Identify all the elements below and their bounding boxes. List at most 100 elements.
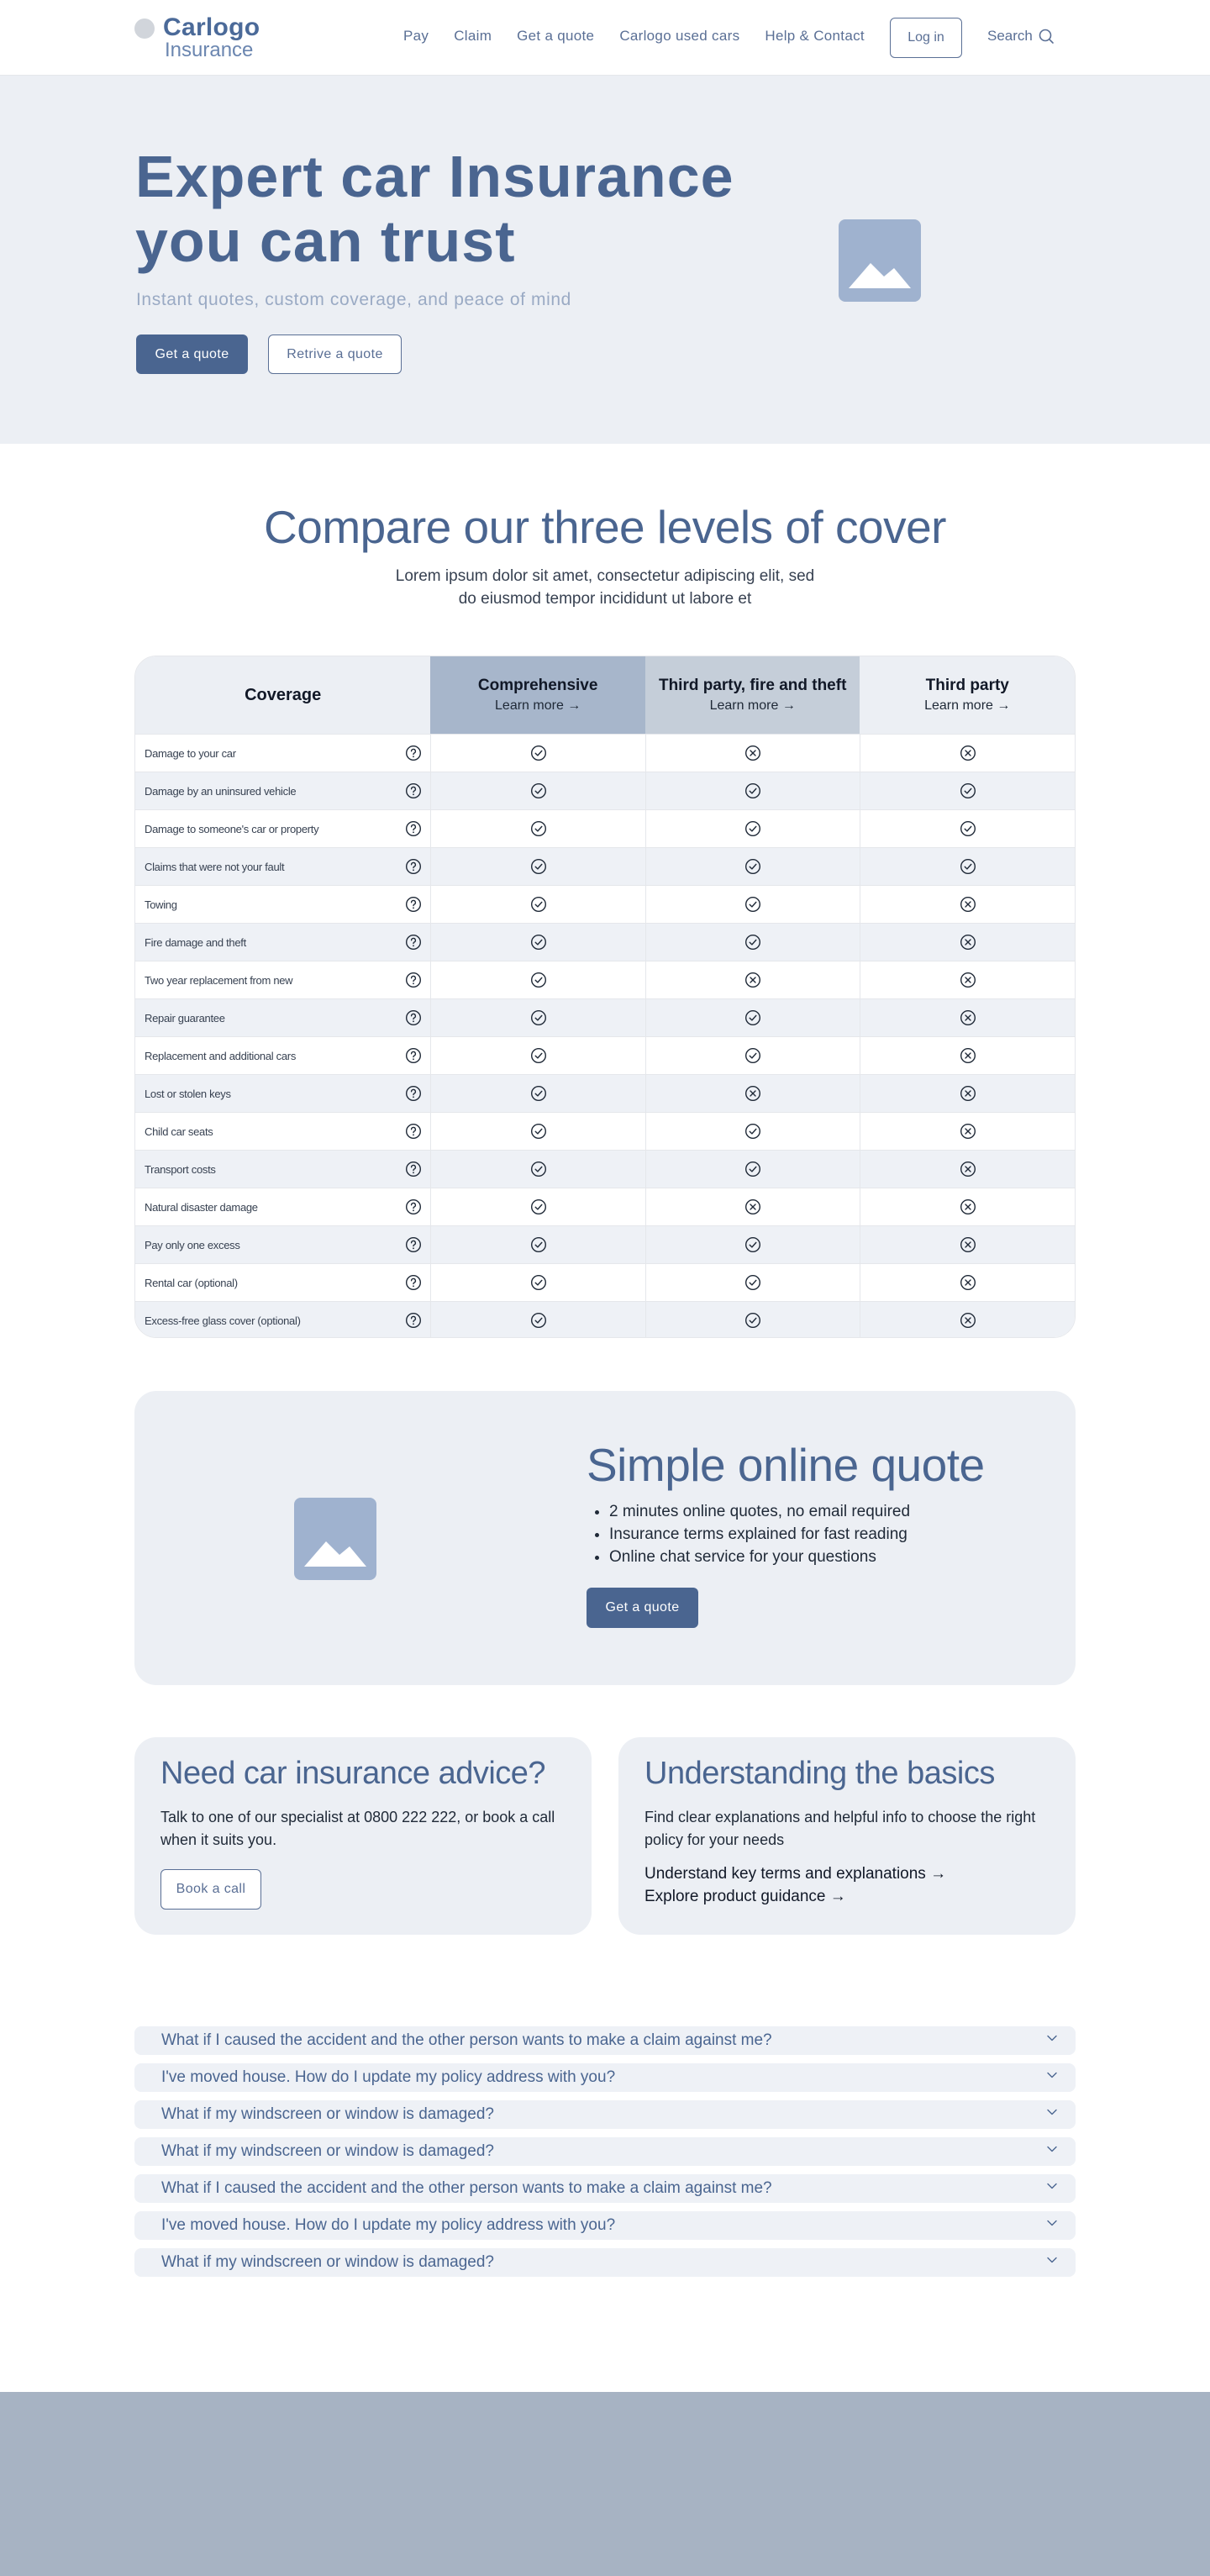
coverage-label: Claims that were not your fault xyxy=(145,860,285,873)
brand-logo[interactable]: Carlogo Insurance xyxy=(134,15,260,61)
help-icon[interactable] xyxy=(405,972,422,988)
cross-icon xyxy=(960,1085,976,1102)
check-icon xyxy=(530,1274,547,1291)
coverage-cell xyxy=(860,1188,1075,1225)
learn-more-link[interactable]: Learn more → xyxy=(710,698,796,714)
help-icon[interactable] xyxy=(405,1198,422,1215)
chevron-down-icon[interactable] xyxy=(1045,2179,1059,2198)
coverage-label-cell: Transport costs xyxy=(135,1151,430,1188)
login-button[interactable]: Log in xyxy=(890,18,962,58)
faq-item[interactable]: What if my windscreen or window is damag… xyxy=(134,2137,1076,2166)
help-icon[interactable] xyxy=(405,896,422,913)
nav-item-claim[interactable]: Claim xyxy=(454,28,492,45)
chevron-down-icon[interactable] xyxy=(1045,2216,1059,2235)
brand-subname: Insurance xyxy=(165,39,254,61)
online-quote-section: Simple online quote 2 minutes online quo… xyxy=(134,1391,1076,1685)
chevron-down-icon[interactable] xyxy=(1045,2068,1059,2087)
chevron-down-icon[interactable] xyxy=(1045,2105,1059,2124)
check-icon xyxy=(530,1161,547,1177)
coverage-label-cell: Towing xyxy=(135,886,430,923)
learn-more-link[interactable]: Learn more → xyxy=(495,698,581,714)
coverage-cell xyxy=(430,1226,645,1263)
help-icon[interactable] xyxy=(405,1236,422,1253)
table-row: Repair guarantee xyxy=(135,998,1075,1036)
check-icon xyxy=(744,1312,761,1329)
product-guidance-link[interactable]: Explore product guidance → xyxy=(644,1885,946,1908)
help-icon[interactable] xyxy=(405,782,422,799)
faq-item[interactable]: What if I caused the accident and the ot… xyxy=(134,2174,1076,2203)
basics-card: Understanding the basics Find clear expl… xyxy=(618,1737,1076,1935)
quote-get-quote-button[interactable]: Get a quote xyxy=(587,1588,698,1628)
coverage-cell xyxy=(644,1264,860,1301)
coverage-label-cell: Fire damage and theft xyxy=(135,924,430,961)
cross-icon xyxy=(960,1236,976,1253)
help-icon[interactable] xyxy=(405,858,422,875)
coverage-label-cell: Claims that were not your fault xyxy=(135,848,430,885)
check-icon xyxy=(744,1009,761,1026)
help-icon[interactable] xyxy=(405,1161,422,1177)
hero-title-line2: you can trust xyxy=(135,208,516,274)
faq-item[interactable]: What if my windscreen or window is damag… xyxy=(134,2100,1076,2129)
coverage-cell xyxy=(860,886,1075,923)
coverage-label-cell: Natural disaster damage xyxy=(135,1188,430,1225)
nav-item-get-a-quote[interactable]: Get a quote xyxy=(517,28,594,45)
help-icon[interactable] xyxy=(405,1085,422,1102)
faq-question: What if my windscreen or window is damag… xyxy=(161,2105,495,2123)
help-icon[interactable] xyxy=(405,1312,422,1329)
chevron-down-icon[interactable] xyxy=(1045,2142,1059,2161)
search-button[interactable]: Search xyxy=(987,28,1055,45)
get-quote-button[interactable]: Get a quote xyxy=(136,335,248,374)
cross-icon xyxy=(960,1009,976,1026)
coverage-cell xyxy=(860,999,1075,1036)
hero-title: Expert car Insurance you can trust xyxy=(135,145,740,274)
search-label: Search xyxy=(987,28,1033,44)
hero-image-placeholder xyxy=(839,219,921,302)
help-icon[interactable] xyxy=(405,820,422,837)
help-icon[interactable] xyxy=(405,934,422,951)
chevron-down-icon[interactable] xyxy=(1045,2031,1059,2050)
check-icon xyxy=(530,745,547,761)
help-icon[interactable] xyxy=(405,1047,422,1064)
coverage-label-cell: Lost or stolen keys xyxy=(135,1075,430,1112)
list-item: 2 minutes online quotes, no email requir… xyxy=(609,1500,910,1523)
coverage-table-body: Damage to your car Damage by an uninsured… xyxy=(135,734,1075,1337)
check-icon xyxy=(530,820,547,837)
key-terms-link[interactable]: Understand key terms and explanations → xyxy=(644,1862,946,1885)
help-icon[interactable] xyxy=(405,1009,422,1026)
nav-item-pay[interactable]: Pay xyxy=(403,28,429,45)
coverage-cell xyxy=(860,1113,1075,1150)
top-nav: Carlogo Insurance Pay Claim Get a quote … xyxy=(0,0,1210,76)
faq-item[interactable]: What if I caused the accident and the ot… xyxy=(134,2026,1076,2055)
help-icon[interactable] xyxy=(405,1274,422,1291)
coverage-cell xyxy=(860,735,1075,772)
coverage-cell xyxy=(430,1075,645,1112)
coverage-cell xyxy=(430,924,645,961)
coverage-cell xyxy=(644,735,860,772)
coverage-label-cell: Pay only one excess xyxy=(135,1226,430,1263)
retrieve-quote-button[interactable]: Retrive a quote xyxy=(268,335,402,374)
help-icon[interactable] xyxy=(405,1123,422,1140)
help-icon[interactable] xyxy=(405,745,422,761)
coverage-cell xyxy=(644,924,860,961)
logo-mark xyxy=(134,18,155,39)
book-call-button[interactable]: Book a call xyxy=(160,1869,261,1910)
chevron-down-icon[interactable] xyxy=(1045,2253,1059,2272)
compare-subtitle: Lorem ipsum dolor sit amet, consectetur … xyxy=(395,567,815,608)
cross-icon xyxy=(744,972,761,988)
brand-name: Carlogo xyxy=(163,13,260,41)
nav-item-used-cars[interactable]: Carlogo used cars xyxy=(619,28,739,45)
nav-item-help-contact[interactable]: Help & Contact xyxy=(765,28,865,45)
faq-question: What if my windscreen or window is damag… xyxy=(161,2253,495,2271)
coverage-label: Pay only one excess xyxy=(145,1238,240,1251)
coverage-cell xyxy=(860,1302,1075,1337)
coverage-label: Rental car (optional) xyxy=(145,1276,238,1289)
image-icon xyxy=(304,1541,366,1567)
learn-more-link[interactable]: Learn more → xyxy=(924,698,1010,714)
coverage-column-header: Coverage xyxy=(135,656,431,734)
check-icon xyxy=(744,934,761,951)
faq-item[interactable]: I've moved house. How do I update my pol… xyxy=(134,2211,1076,2240)
check-icon xyxy=(530,1047,547,1064)
footer xyxy=(0,2392,1210,2576)
faq-item[interactable]: What if my windscreen or window is damag… xyxy=(134,2248,1076,2277)
faq-item[interactable]: I've moved house. How do I update my pol… xyxy=(134,2063,1076,2092)
